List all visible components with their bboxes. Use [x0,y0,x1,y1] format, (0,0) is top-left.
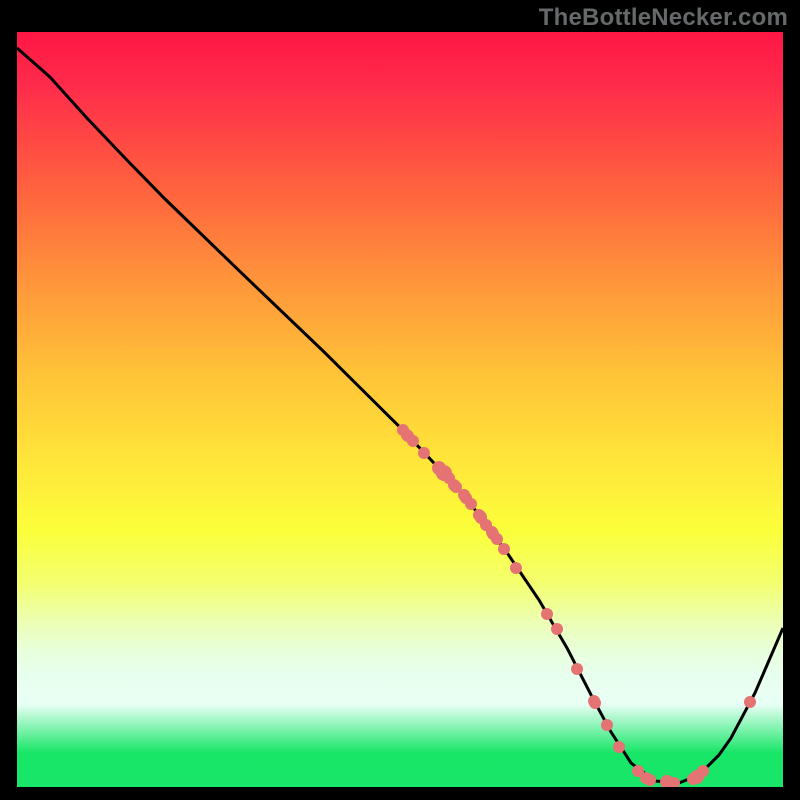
data-marker [418,447,430,459]
bottleneck-curve [17,48,783,783]
data-marker [571,663,583,675]
data-marker [498,543,510,555]
data-marker [541,608,553,620]
data-markers [397,424,756,787]
data-marker [644,774,656,786]
chart-container: TheBottleNecker.com [0,0,800,800]
data-marker [589,697,601,709]
plot-area [17,32,783,787]
watermark-text: TheBottleNecker.com [539,4,788,32]
data-marker [407,435,419,447]
data-marker [601,719,613,731]
data-marker [491,533,503,545]
data-marker [551,623,563,635]
data-marker [744,696,756,708]
data-marker [697,765,709,777]
data-marker [510,562,522,574]
chart-svg [17,32,783,787]
data-marker [613,741,625,753]
data-marker [465,498,477,510]
